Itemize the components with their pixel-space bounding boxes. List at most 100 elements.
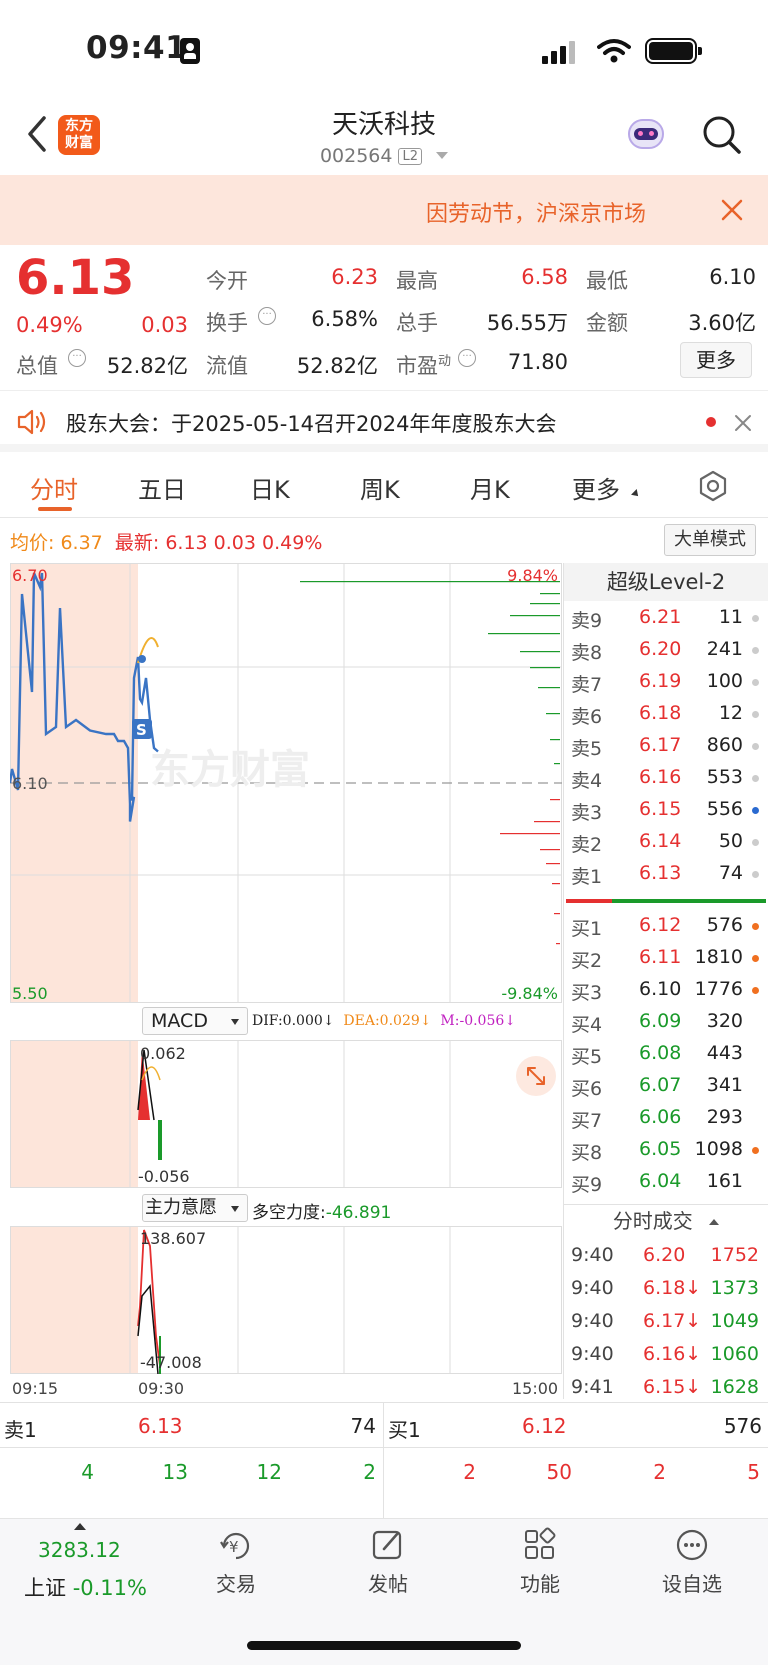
tick-volume: 1752 [710,1244,759,1266]
more-button[interactable]: 更多 [680,342,752,378]
macd-chart[interactable]: 0.062 -0.056 [10,1040,562,1188]
turnover-label: 换手 [206,311,248,335]
close-icon[interactable] [720,198,744,222]
orderbook-level-label: 卖4 [571,770,603,792]
close-icon[interactable] [734,414,752,432]
orderbook-row[interactable]: 卖9 6.21 11 [565,602,765,634]
tick-price: 6.15↓ [643,1376,702,1398]
index-change: -0.11% [72,1576,147,1600]
volume-value: 56.55万 [486,311,568,335]
high-label: 最高 [396,269,438,293]
trade-icon: ¥ [220,1532,250,1560]
tick-price: 6.18↓ [643,1277,702,1299]
tab-functions[interactable]: 功能 [480,1568,600,1597]
order-change-dot [752,955,759,962]
order-change-dot [752,615,759,622]
orderbook-row[interactable]: 买3 6.10 1776 [565,974,765,1006]
tab-trade[interactable]: 交易 [176,1568,296,1597]
price-distribution-bar [500,833,560,835]
expand-icon[interactable] [516,1056,556,1096]
orderbook-row[interactable]: 买9 6.04 161 [565,1166,765,1198]
signal-icon [542,40,582,64]
tab-intraday[interactable]: 分时 [30,470,78,505]
orderbook-volume: 50 [718,830,743,852]
speaker-icon [17,409,46,435]
tab-daily-k[interactable]: 日K [250,470,290,505]
orderbook-row[interactable]: 买6 6.07 341 [565,1070,765,1102]
orderbook-price: 6.09 [639,1010,682,1032]
order-change-dot [752,775,759,782]
orderbook-price: 6.05 [639,1138,682,1160]
orderbook-row[interactable]: 买8 6.05 1098 [565,1134,765,1166]
orderbook-volume: 556 [706,798,743,820]
price-distribution-bar [554,913,560,915]
bottom-buy-vol: 576 [723,1414,762,1438]
tick-time: 9:40 [571,1343,614,1365]
order-change-dot [752,1115,759,1122]
order-change-dot [752,1147,759,1154]
pe-label: 市盈动 [396,354,452,378]
bottom-sell-label: 卖1 [4,1418,37,1442]
ticks-header[interactable]: 分时成交 [564,1204,768,1236]
info-circle-icon[interactable]: ··· [258,307,276,325]
orderbook-volume: 341 [706,1074,743,1096]
orderbook-price: 6.13 [639,862,682,884]
search-icon[interactable] [700,113,744,157]
gear-icon[interactable] [697,470,729,502]
price-distribution-bar [530,603,560,605]
caret-down-icon [231,1206,239,1212]
orderbook-row[interactable]: 卖2 6.14 50 [565,826,765,858]
orderbook-row[interactable]: 卖6 6.18 12 [565,698,765,730]
index-name: 上证 [24,1576,66,1600]
info-circle-icon[interactable]: ··· [68,349,86,367]
tab-five-day[interactable]: 五日 [138,470,186,505]
wifi-icon [597,39,631,63]
tab-monthly-k[interactable]: 月K [470,470,510,505]
index-value[interactable]: 3283.12 [38,1538,121,1562]
tick-price: 6.16↓ [643,1343,702,1365]
y-min-label: 5.50 [12,984,48,1003]
y-max-label: 6.70 [12,566,48,585]
info-circle-icon[interactable]: ··· [458,349,476,367]
tab-post[interactable]: 发帖 [328,1568,448,1597]
orderbook-row[interactable]: 卖1 6.13 74 [565,858,765,890]
orderbook-level-label: 买3 [571,982,603,1004]
bottom-quote-top-border [0,1402,768,1403]
orderbook-row[interactable]: 买4 6.09 320 [565,1006,765,1038]
low-value: 6.10 [709,265,756,289]
orderbook-row[interactable]: 卖3 6.15 556 [565,794,765,826]
latest-change: 0.03 [213,532,256,554]
orderbook-row[interactable]: 卖4 6.16 553 [565,762,765,794]
macd-indicator-select[interactable]: MACD [142,1007,248,1035]
orderbook-title[interactable]: 超级Level-2 [564,563,768,601]
orderbook-row[interactable]: 买1 6.12 576 [565,910,765,942]
orderbook-row[interactable]: 卖5 6.17 860 [565,730,765,762]
latest-price: 6.13 [165,532,208,554]
orderbook-level-label: 买1 [571,918,603,940]
price-distribution-bar [556,943,560,945]
tick-volume: 1628 [710,1376,759,1398]
latest-pct: 0.49% [262,532,323,554]
tab-weekly-k[interactable]: 周K [360,470,400,505]
change-amount: 0.03 [141,313,188,337]
index-widget[interactable]: 上证 -0.11% [24,1572,147,1602]
tab-more[interactable]: 更多 [572,470,620,505]
orderbook-row[interactable]: 买5 6.08 443 [565,1038,765,1070]
tick-price: 6.20 [643,1244,686,1266]
orderbook-row[interactable]: 卖8 6.20 241 [565,634,765,666]
macd-green-bars [158,1120,162,1160]
battery-icon [645,38,702,64]
caret-up-icon [709,1219,720,1225]
intraday-price-chart[interactable]: 东方财富 S 6.70 6.10 5.50 9.84% -9.84% [10,563,562,1003]
force-chart[interactable]: 138.607 -47.008 [10,1226,562,1374]
tab-add-watchlist[interactable]: 设自选 [632,1568,752,1597]
orderbook-row[interactable]: 卖7 6.19 100 [565,666,765,698]
orderbook-row[interactable]: 买7 6.06 293 [565,1102,765,1134]
big-order-mode-button[interactable]: 大单模式 [664,524,756,556]
force-indicator-select[interactable]: 主力意愿 [142,1194,248,1222]
home-indicator[interactable] [247,1641,521,1650]
robot-assistant-icon[interactable] [624,115,668,155]
orderbook-volume: 576 [706,914,743,936]
orderbook-row[interactable]: 买2 6.11 1810 [565,942,765,974]
macd-values: DIF:0.000↓ DEA:0.029↓ M:-0.056↓ [252,1013,517,1029]
